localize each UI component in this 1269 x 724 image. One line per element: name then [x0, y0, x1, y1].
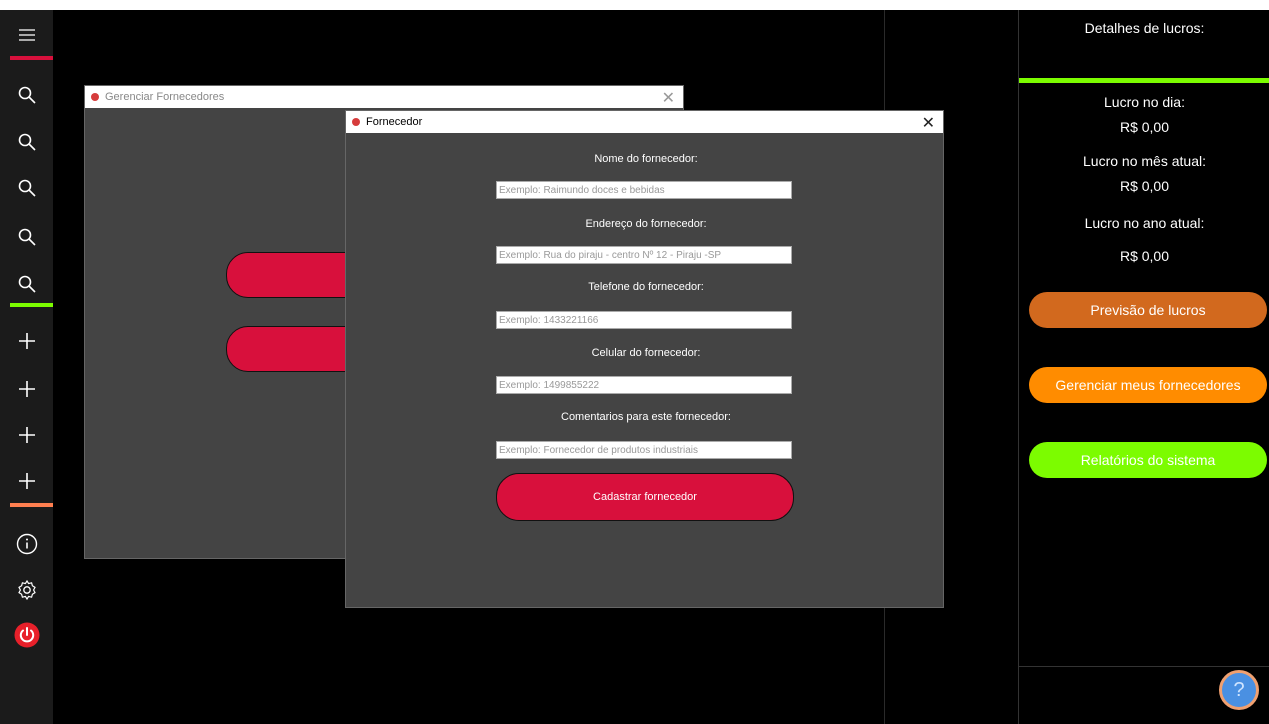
sidebar-separator-orange [10, 503, 53, 507]
close-icon[interactable]: ✕ [662, 88, 675, 108]
window-title: Gerenciar Fornecedores [105, 91, 225, 103]
manage-suppliers-titlebar[interactable]: Gerenciar Fornecedores ✕ [85, 86, 683, 108]
name-label: Nome do fornecedor: [594, 153, 698, 165]
gear-icon[interactable] [0, 570, 53, 610]
cell-input[interactable]: Exemplo: 1499855222 [496, 376, 792, 394]
help-icon[interactable]: ? [1219, 670, 1259, 710]
month-profit-value: R$ 0,00 [1119, 178, 1170, 194]
system-reports-button[interactable]: Relatórios do sistema [1029, 442, 1267, 478]
phone-label: Telefone do fornecedor: [588, 281, 704, 293]
plus-icon[interactable] [0, 461, 53, 501]
profit-panel-divider [1019, 78, 1269, 83]
plus-icon[interactable] [0, 415, 53, 455]
close-icon[interactable]: ✕ [922, 113, 935, 133]
plus-icon[interactable] [0, 369, 53, 409]
profit-forecast-button[interactable]: Previsão de lucros [1029, 292, 1267, 328]
address-input[interactable]: Exemplo: Rua do piraju - centro Nº 12 - … [496, 246, 792, 264]
app-icon [352, 118, 360, 126]
search-icon[interactable] [0, 122, 53, 162]
year-profit-value: R$ 0,00 [1119, 248, 1170, 264]
register-supplier-button[interactable]: Cadastrar fornecedor [496, 473, 794, 521]
sidebar [0, 10, 53, 724]
name-input[interactable]: Exemplo: Raimundo doces e bebidas [496, 181, 792, 199]
comments-label: Comentarios para este fornecedor: [561, 411, 731, 423]
year-profit-label: Lucro no ano atual: [1084, 215, 1205, 231]
panel-bottom-divider [1019, 666, 1269, 667]
info-icon[interactable] [0, 524, 53, 564]
comments-input[interactable]: Exemplo: Fornecedor de produtos industri… [496, 441, 792, 459]
supplier-titlebar[interactable]: Fornecedor ✕ [346, 111, 943, 133]
day-profit-label: Lucro no dia: [1104, 94, 1185, 110]
supplier-window: Fornecedor ✕ Nome do fornecedor: Exemplo… [345, 110, 944, 608]
month-profit-label: Lucro no mês atual: [1083, 153, 1206, 169]
sidebar-separator-green [10, 303, 53, 307]
menu-icon[interactable] [0, 15, 53, 55]
power-icon[interactable] [0, 615, 53, 655]
address-label: Endereço do fornecedor: [585, 218, 707, 230]
manage-suppliers-button[interactable]: Gerenciar meus fornecedores [1029, 367, 1267, 403]
search-icon[interactable] [0, 168, 53, 208]
app-icon [91, 93, 99, 101]
search-icon[interactable] [0, 264, 53, 304]
profit-panel: Detalhes de lucros: Lucro no dia: R$ 0,0… [1018, 10, 1269, 724]
plus-icon[interactable] [0, 321, 53, 361]
search-icon[interactable] [0, 75, 53, 115]
top-strip [0, 0, 1269, 10]
day-profit-value: R$ 0,00 [1119, 119, 1170, 135]
sidebar-separator-red [10, 56, 53, 60]
cell-label: Celular do fornecedor: [591, 347, 701, 359]
window-title: Fornecedor [366, 116, 423, 128]
profit-panel-title: Detalhes de lucros: [1084, 20, 1205, 36]
search-icon[interactable] [0, 217, 53, 257]
phone-input[interactable]: Exemplo: 1433221166 [496, 311, 792, 329]
